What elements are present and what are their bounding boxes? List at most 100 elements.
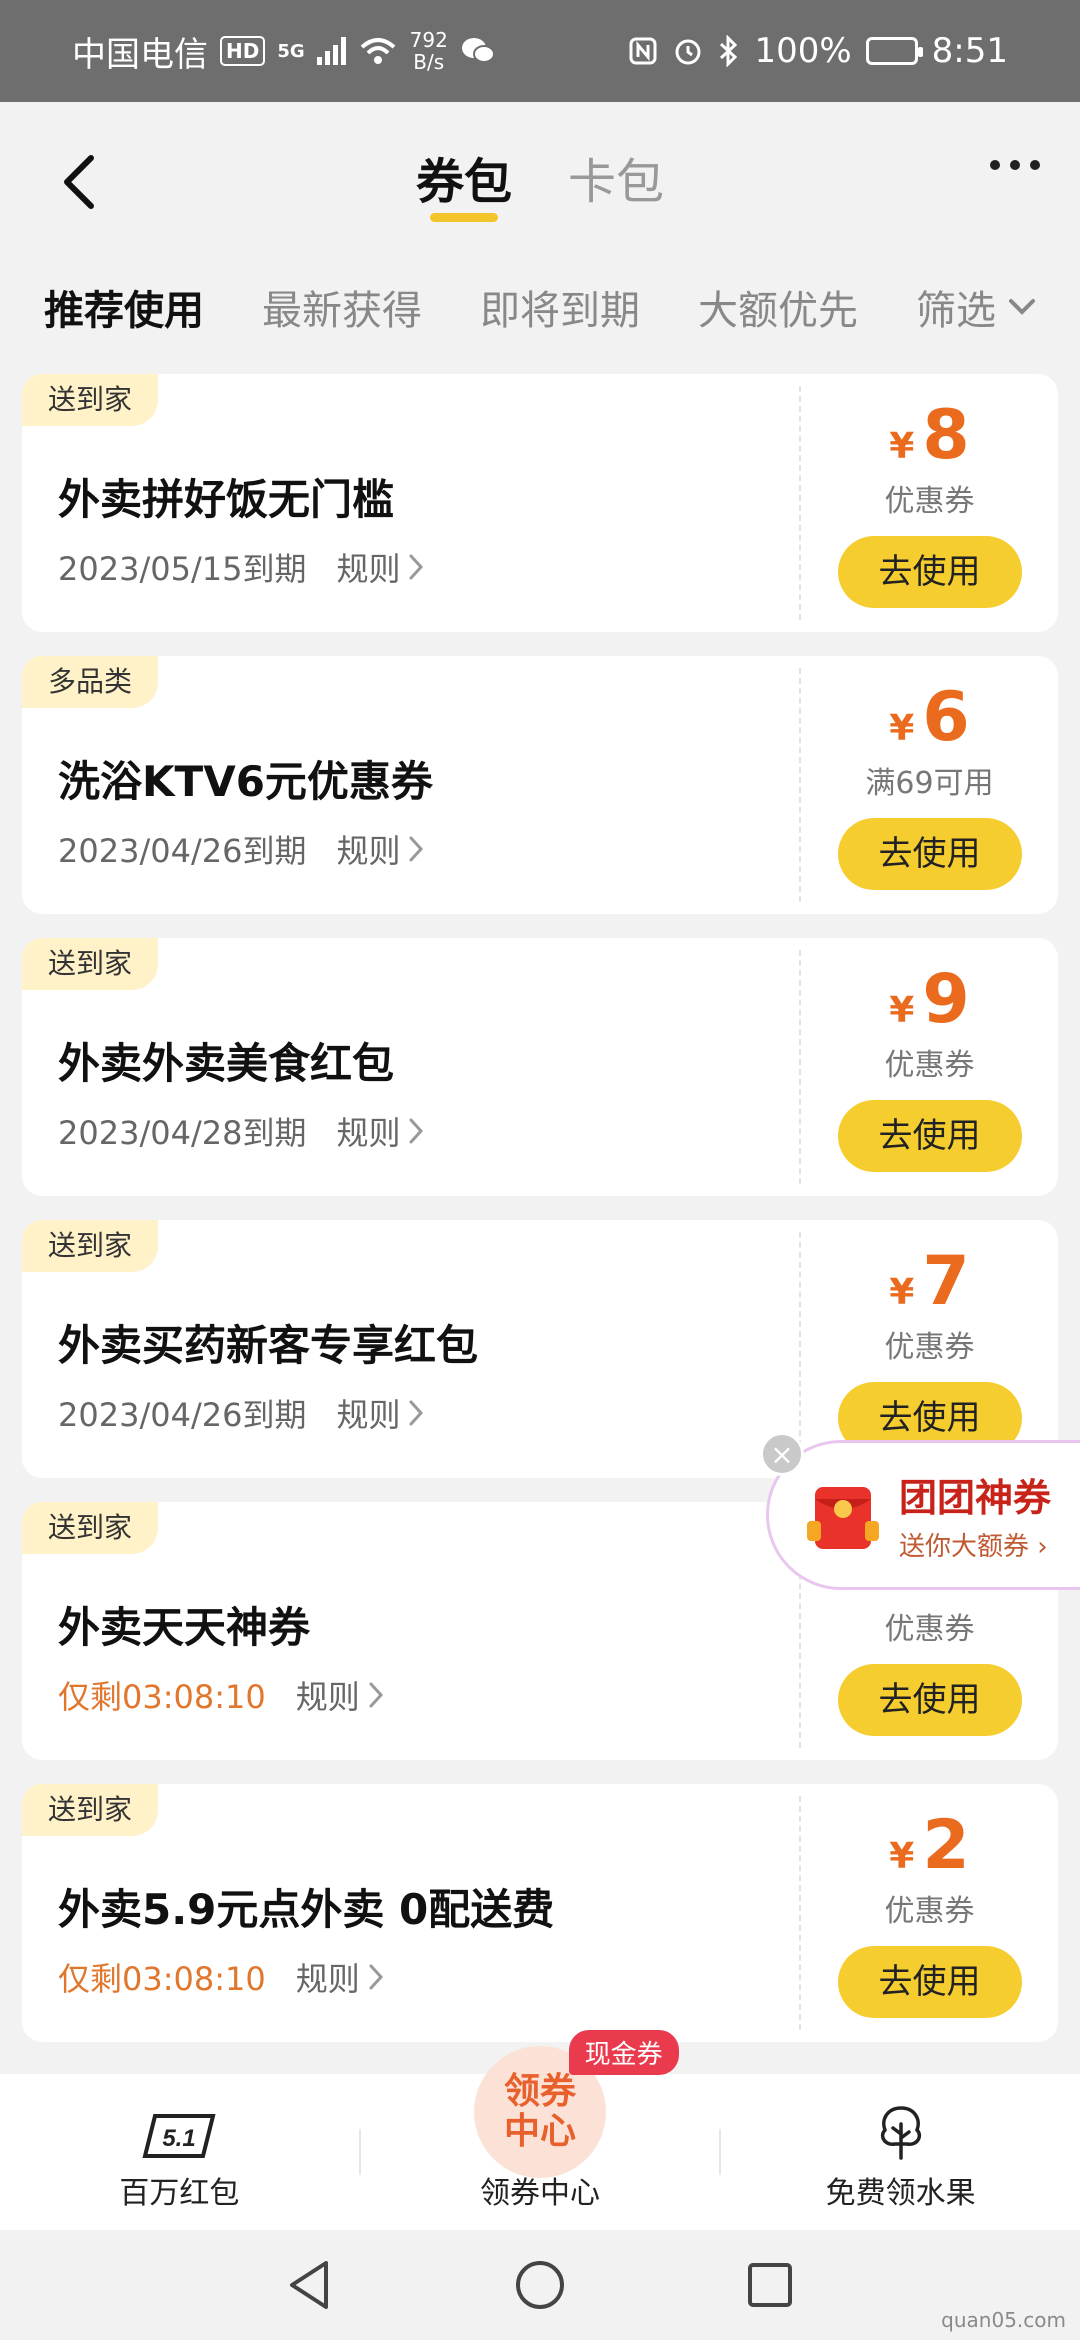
close-icon[interactable]: ×: [760, 1432, 804, 1476]
coupon-countdown: 仅剩03:08:10: [58, 1678, 266, 1716]
filter-large-amount[interactable]: 大额优先: [698, 278, 858, 336]
carrier-label: 中国电信: [72, 34, 208, 75]
alarm-icon: [675, 39, 701, 65]
net-speed-unit: B/s: [413, 50, 445, 74]
coupon-expiry: 2023/04/26到期: [58, 1396, 307, 1434]
coupon-type: 优惠券: [884, 1330, 975, 1365]
coupon-tag: 多品类: [22, 656, 159, 708]
header: 券包 卡包 推荐使用 最新获得 即将到期 大额优先 筛选: [0, 102, 1080, 362]
rule-link[interactable]: 规则: [336, 1390, 424, 1436]
nav-free-fruit[interactable]: 免费领水果: [721, 2092, 1080, 2212]
chevron-right-icon: [369, 1964, 383, 1990]
rule-link[interactable]: 规则: [296, 1672, 384, 1718]
coupon-center-line1: 领券: [503, 2071, 576, 2112]
coupon-center-line2: 中心: [503, 2111, 576, 2152]
hd-badge: HD: [220, 36, 266, 66]
coupon-amount: 6: [922, 678, 970, 757]
coupon-type: 满69可用: [865, 766, 994, 801]
filter-expiring[interactable]: 即将到期: [480, 278, 640, 336]
use-button[interactable]: 去使用: [837, 1664, 1022, 1736]
filter-row: 推荐使用 最新获得 即将到期 大额优先 筛选: [44, 278, 1060, 336]
rule-label: 规则: [336, 1396, 401, 1434]
bluetooth-icon: [720, 35, 738, 67]
rule-label: 规则: [336, 1114, 401, 1152]
battery-icon: [865, 37, 923, 65]
coupon-tag: 送到家: [22, 1784, 159, 1836]
coupon-type: 优惠券: [884, 1048, 975, 1083]
tab-card-pack[interactable]: 卡包: [568, 142, 664, 222]
filter-newest[interactable]: 最新获得: [262, 278, 422, 336]
use-button[interactable]: 去使用: [837, 1946, 1022, 2018]
coupon-tag: 送到家: [22, 1502, 159, 1554]
currency-symbol: ¥: [889, 708, 915, 749]
chevron-right-icon: [409, 836, 424, 862]
system-nav-bar: quan05.com: [0, 2230, 1080, 2340]
use-button[interactable]: 去使用: [837, 1100, 1022, 1172]
chevron-right-icon: [409, 554, 424, 580]
coupon-title: 外卖买药新客专享红包: [58, 1321, 479, 1370]
coupon-card[interactable]: 送到家 外卖外卖美食红包 2023/04/28到期 规则 ¥9 优惠券 去使用: [22, 938, 1058, 1196]
chevron-right-icon: [409, 1400, 424, 1426]
rule-link[interactable]: 规则: [336, 1108, 424, 1154]
watermark: quan05.com: [941, 2308, 1066, 2332]
back-triangle-icon[interactable]: [286, 2259, 334, 2311]
title-tabs: 券包 卡包: [0, 142, 1080, 222]
coupon-amount: 8: [922, 396, 970, 475]
tab-coupon-pack[interactable]: 券包: [416, 142, 512, 222]
coupon-title: 外卖外卖美食红包: [58, 1039, 395, 1088]
tree-icon: [880, 2106, 921, 2160]
coupon-type: 优惠券: [884, 1894, 975, 1929]
wechat-icon: [461, 38, 495, 63]
coupon-card[interactable]: 送到家 外卖5.9元点外卖 0配送费 仅剩03:08:10 规则 ¥2 优惠券 …: [22, 1784, 1058, 2042]
rule-link[interactable]: 规则: [336, 826, 424, 872]
coupon-tag: 送到家: [22, 938, 159, 990]
rule-link[interactable]: 规则: [296, 1954, 384, 2000]
rule-label: 规则: [295, 1960, 360, 1998]
cash-coupon-badge: 现金券: [568, 2030, 679, 2075]
rule-link[interactable]: 规则: [336, 544, 424, 590]
coupon-card[interactable]: 送到家 外卖拼好饭无门槛 2023/05/15到期 规则 ¥8 优惠券 去使用: [22, 374, 1058, 632]
nav-coupon-center[interactable]: 领券 中心 现金券 领券中心: [361, 2030, 720, 2212]
use-button[interactable]: 去使用: [837, 818, 1022, 890]
coupon-amount: 2: [922, 1806, 970, 1885]
more-button[interactable]: [990, 160, 1040, 170]
status-bar: 中国电信 HD 5G 792 B/s 100% 8:51: [0, 0, 1080, 102]
coupon-tag: 送到家: [22, 374, 159, 426]
coupon-title: 外卖天天神券: [58, 1603, 311, 1652]
coupon-tag: 送到家: [22, 1220, 159, 1272]
5-1-icon: 5.1: [142, 2114, 216, 2158]
use-button[interactable]: 去使用: [837, 536, 1022, 608]
chevron-right-icon: [409, 1118, 424, 1144]
network-type: 5G: [277, 40, 305, 62]
net-speed-value: 792: [409, 28, 448, 52]
coupon-countdown: 仅剩03:08:10: [58, 1960, 266, 1998]
floating-promo-banner[interactable]: 团团神券 送你大额券 ›: [766, 1440, 1080, 1590]
currency-symbol: ¥: [889, 1272, 915, 1313]
red-envelope-icon: [807, 1487, 879, 1549]
coupon-expiry: 2023/04/26到期: [58, 832, 307, 870]
coupon-list: 送到家 外卖拼好饭无门槛 2023/05/15到期 规则 ¥8 优惠券 去使用 …: [22, 374, 1058, 2066]
promo-subtitle: 送你大额券 ›: [899, 1532, 1048, 1562]
promo-title: 团团神券: [899, 1476, 1052, 1520]
filter-dropdown[interactable]: 筛选: [916, 278, 1036, 336]
coupon-expiry: 2023/05/15到期: [58, 550, 307, 588]
coupon-type: 优惠券: [884, 484, 975, 519]
bottom-nav: 5.1 百万红包 领券 中心 现金券 领券中心 免费领水果: [0, 2030, 1080, 2230]
coupon-card[interactable]: 多品类 洗浴KTV6元优惠券 2023/04/26到期 规则 ¥6 满69可用 …: [22, 656, 1058, 914]
currency-symbol: ¥: [889, 990, 915, 1031]
recents-square-icon[interactable]: [746, 2261, 794, 2309]
nfc-icon: [629, 37, 657, 65]
net-speed: 792 B/s: [410, 29, 448, 73]
chevron-right-icon: [369, 1682, 383, 1708]
coupon-title: 外卖5.9元点外卖 0配送费: [58, 1885, 555, 1934]
nav-million-red-packet[interactable]: 5.1 百万红包: [0, 2092, 359, 2212]
home-circle-icon[interactable]: [514, 2259, 566, 2311]
nav-label: 免费领水果: [825, 2176, 976, 2211]
coupon-type: 优惠券: [884, 1612, 975, 1647]
filter-dropdown-label: 筛选: [916, 288, 996, 334]
rule-label: 规则: [336, 550, 401, 588]
rule-label: 规则: [336, 832, 401, 870]
clock: 8:51: [931, 31, 1008, 71]
currency-symbol: ¥: [889, 1836, 915, 1877]
filter-recommended[interactable]: 推荐使用: [44, 278, 204, 336]
